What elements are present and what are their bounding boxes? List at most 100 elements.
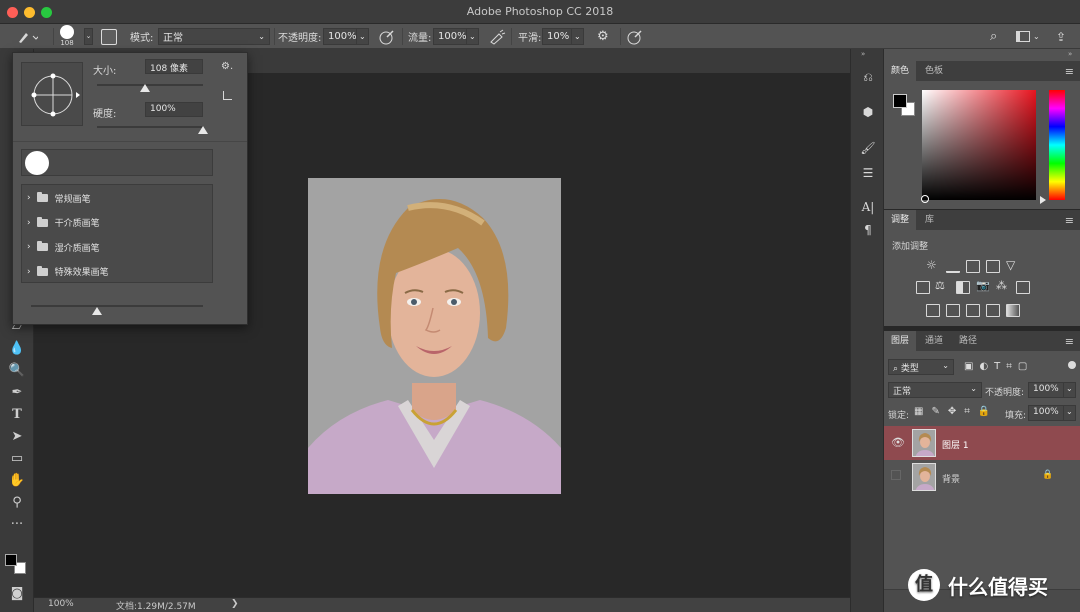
- hue-slider-thumb[interactable]: [1040, 196, 1046, 204]
- rectangle-tool[interactable]: ▭: [5, 449, 29, 469]
- edit-toolbar-button[interactable]: ···: [5, 515, 29, 535]
- hand-tool[interactable]: ✋: [5, 471, 29, 491]
- smoothing-dropdown[interactable]: ⌄: [571, 28, 584, 45]
- tab-layers[interactable]: 图层: [884, 331, 917, 351]
- threshold-button[interactable]: [966, 304, 980, 317]
- foreground-color-swatch[interactable]: [893, 94, 907, 108]
- color-lookup-button[interactable]: [1016, 281, 1030, 294]
- brush-angle-roundness-control[interactable]: [21, 62, 83, 126]
- search-button[interactable]: ⌕: [990, 24, 997, 49]
- toggle-brush-settings-button[interactable]: [101, 24, 117, 49]
- visibility-eye-icon[interactable]: 👁: [891, 436, 905, 449]
- tab-libraries[interactable]: 库: [918, 210, 941, 230]
- flow-dropdown[interactable]: ⌄: [466, 28, 479, 45]
- tab-adjustments[interactable]: 调整: [884, 210, 917, 230]
- brush-folder-item[interactable]: › 干介质画笔: [23, 211, 209, 235]
- tab-swatches[interactable]: 色板: [918, 61, 950, 81]
- type-tool[interactable]: T: [5, 405, 29, 425]
- hardness-input[interactable]: 100%: [145, 102, 203, 117]
- curves-button[interactable]: [966, 260, 980, 273]
- size-slider-thumb[interactable]: [139, 84, 150, 92]
- zoom-level[interactable]: 100%: [48, 599, 74, 609]
- pen-tool[interactable]: ✒: [5, 383, 29, 403]
- panel-menu-icon[interactable]: ≡: [1065, 214, 1074, 227]
- hue-slider[interactable]: [1049, 90, 1065, 200]
- color-picker-field[interactable]: [922, 90, 1036, 200]
- layer-filter-icons[interactable]: ▣◐T⌗▢: [964, 361, 1033, 372]
- opacity-input[interactable]: 100%: [323, 28, 357, 45]
- new-preset-icon[interactable]: [223, 91, 232, 100]
- collapse-dock-icon[interactable]: »: [861, 50, 865, 58]
- brush-folder-item[interactable]: › 常规画笔: [23, 186, 209, 210]
- posterize-button[interactable]: [946, 304, 960, 317]
- color-balance-button[interactable]: ⚖: [935, 279, 945, 292]
- tab-channels[interactable]: 通道: [918, 331, 950, 351]
- exposure-button[interactable]: [986, 260, 1000, 273]
- blur-tool[interactable]: 💧: [5, 339, 29, 359]
- black-white-button[interactable]: [956, 281, 970, 294]
- chevron-right-icon[interactable]: ›: [27, 242, 31, 252]
- brightness-contrast-button[interactable]: ☼: [926, 258, 937, 272]
- status-menu-arrow[interactable]: ❯: [231, 599, 239, 609]
- hue-saturation-button[interactable]: [916, 281, 930, 294]
- preview-size-slider-thumb[interactable]: [92, 307, 102, 315]
- brush-preset-picker[interactable]: 108: [60, 24, 74, 49]
- selective-color-button[interactable]: [986, 304, 1000, 317]
- preview-size-slider-track[interactable]: [31, 305, 203, 307]
- zoom-tool[interactable]: ⚲: [5, 493, 29, 513]
- layer-opacity-dropdown[interactable]: ⌄: [1063, 382, 1076, 398]
- character-panel-button[interactable]: A|: [858, 198, 878, 216]
- brush-tool-preset-button[interactable]: [14, 24, 38, 49]
- tab-color[interactable]: 颜色: [884, 61, 917, 81]
- chevron-right-icon[interactable]: ›: [27, 267, 31, 277]
- brush-folder-item[interactable]: › 特殊效果画笔: [23, 260, 209, 284]
- workspace-button[interactable]: ⌄: [1016, 24, 1040, 49]
- collapse-panels-icon[interactable]: »: [1068, 50, 1072, 58]
- vibrance-button[interactable]: ▽: [1006, 258, 1015, 272]
- panel-menu-icon[interactable]: ≡: [1065, 335, 1074, 348]
- tab-paths[interactable]: 路径: [952, 331, 984, 351]
- lock-options[interactable]: ▦✎✥⌗🔒: [914, 406, 998, 417]
- layer-filter-select[interactable]: ⌕ 类型 ⌄: [888, 359, 954, 375]
- fill-dropdown[interactable]: ⌄: [1063, 405, 1076, 421]
- history-panel-button[interactable]: ⎌: [858, 68, 878, 86]
- flow-input[interactable]: 100%: [433, 28, 467, 45]
- brush-preset-dropdown[interactable]: ⌄: [84, 24, 93, 49]
- brush-folder-item[interactable]: › 湿介质画笔: [23, 235, 209, 259]
- brush-settings-button[interactable]: ⚙.: [221, 61, 233, 72]
- size-slider-track[interactable]: [97, 84, 203, 86]
- color-picker-cursor[interactable]: [921, 195, 929, 203]
- hardness-slider-track[interactable]: [97, 126, 203, 128]
- paragraph-panel-button[interactable]: ¶: [858, 221, 878, 239]
- channel-mixer-button[interactable]: ⁂: [996, 279, 1007, 292]
- mode-select[interactable]: 正常 ⌄: [158, 28, 270, 45]
- blend-mode-select[interactable]: 正常 ⌄: [888, 382, 982, 398]
- hardness-slider-thumb[interactable]: [198, 126, 208, 134]
- pressure-size-button[interactable]: [626, 24, 644, 49]
- opacity-dropdown[interactable]: ⌄: [356, 28, 369, 45]
- brushes-panel-button[interactable]: ☰: [858, 164, 878, 182]
- smoothing-settings-button[interactable]: ⚙: [597, 24, 609, 49]
- invert-button[interactable]: [926, 304, 940, 317]
- layer-row[interactable]: 背景 🔒: [884, 460, 1080, 494]
- chevron-right-icon[interactable]: ›: [27, 218, 31, 228]
- panel-menu-icon[interactable]: ≡: [1065, 65, 1074, 78]
- layer-row[interactable]: 👁 图层 1: [884, 426, 1080, 460]
- layer-opacity-input[interactable]: 100%: [1028, 382, 1064, 398]
- visibility-toggle[interactable]: [891, 470, 901, 480]
- levels-button[interactable]: [946, 260, 960, 273]
- smoothing-input[interactable]: 10%: [542, 28, 572, 45]
- pressure-opacity-button[interactable]: [378, 24, 396, 49]
- photo-filter-button[interactable]: 📷: [976, 279, 990, 292]
- dodge-tool[interactable]: 🔍: [5, 361, 29, 381]
- size-input[interactable]: 108 像素: [145, 59, 203, 74]
- share-button[interactable]: ⇪: [1056, 24, 1066, 49]
- filter-toggle[interactable]: [1068, 361, 1076, 369]
- document-image[interactable]: [308, 178, 561, 494]
- airbrush-button[interactable]: [488, 24, 506, 49]
- chevron-right-icon[interactable]: ›: [27, 193, 31, 203]
- foreground-color-swatch[interactable]: [5, 554, 17, 566]
- 3d-panel-button[interactable]: ⬢: [858, 103, 878, 121]
- quick-mask-button[interactable]: ◙: [5, 584, 29, 604]
- gradient-map-button[interactable]: [1006, 304, 1020, 317]
